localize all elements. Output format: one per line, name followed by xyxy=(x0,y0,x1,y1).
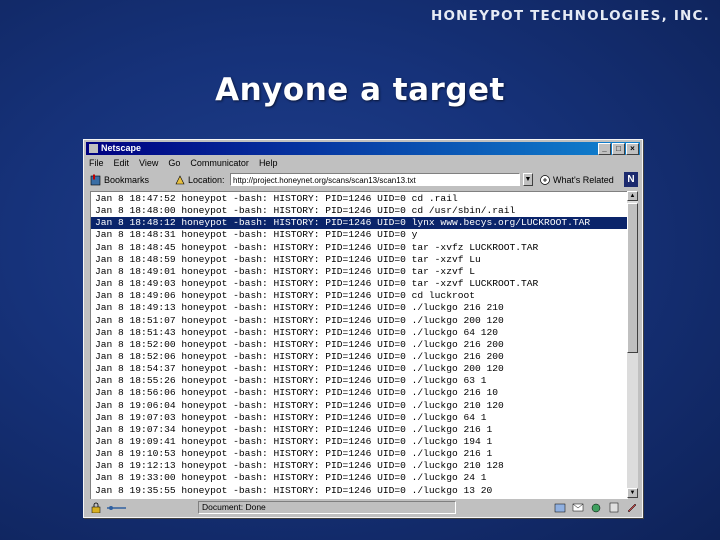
address-book-icon[interactable] xyxy=(608,502,620,513)
scroll-thumb[interactable] xyxy=(627,203,638,353)
location-input[interactable]: http://project.honeynet.org/scans/scan13… xyxy=(230,173,520,186)
log-line: Jan 8 19:07:34 honeypot -bash: HISTORY: … xyxy=(95,423,493,435)
log-line: Jan 8 18:51:43 honeypot -bash: HISTORY: … xyxy=(95,326,499,338)
slide-title: Anyone a target xyxy=(215,72,505,108)
log-line: Jan 8 18:52:00 honeypot -bash: HISTORY: … xyxy=(95,338,504,350)
component-bar xyxy=(554,502,638,513)
location-icon[interactable] xyxy=(174,174,186,186)
log-line: Jan 8 19:35:55 honeypot -bash: HISTORY: … xyxy=(95,484,493,496)
log-line: Jan 8 19:12:13 honeypot -bash: HISTORY: … xyxy=(95,460,504,472)
log-line: Jan 8 19:33:00 honeypot -bash: HISTORY: … xyxy=(95,472,487,484)
bookmarks-button[interactable]: Bookmarks xyxy=(90,172,149,188)
document-content: Jan 8 18:47:52 honeypot -bash: HISTORY: … xyxy=(90,191,628,499)
minimize-button[interactable]: _ xyxy=(598,143,611,155)
log-line: Jan 8 19:07:03 honeypot -bash: HISTORY: … xyxy=(95,411,487,423)
log-line: Jan 8 18:49:13 honeypot -bash: HISTORY: … xyxy=(95,302,504,314)
log-line: Jan 8 18:49:03 honeypot -bash: HISTORY: … xyxy=(95,278,539,290)
menu-view[interactable]: View xyxy=(138,157,159,169)
menu-go[interactable]: Go xyxy=(167,157,181,169)
scroll-up-button[interactable]: ▲ xyxy=(627,191,638,201)
bookmarks-icon xyxy=(90,174,102,186)
whats-related-button[interactable]: What's Related xyxy=(539,172,614,188)
maximize-button[interactable]: □ xyxy=(612,143,625,155)
browser-window: Netscape _ □ × File Edit View Go Communi… xyxy=(83,139,643,518)
whats-related-icon xyxy=(539,174,551,186)
whats-related-label: What's Related xyxy=(553,175,614,185)
netscape-app-icon xyxy=(89,144,98,153)
scroll-down-button[interactable]: ▼ xyxy=(627,488,638,498)
log-line: Jan 8 18:49:01 honeypot -bash: HISTORY: … xyxy=(95,265,475,277)
log-line: Jan 8 19:06:04 honeypot -bash: HISTORY: … xyxy=(95,399,504,411)
log-line: Jan 8 18:48:45 honeypot -bash: HISTORY: … xyxy=(95,241,539,253)
menu-file[interactable]: File xyxy=(88,157,105,169)
log-line: Jan 8 18:48:31 honeypot -bash: HISTORY: … xyxy=(95,229,418,241)
log-line: Jan 8 18:48:12 honeypot -bash: HISTORY: … xyxy=(91,217,628,230)
status-text: Document: Done xyxy=(198,501,456,514)
log-line: Jan 8 18:48:00 honeypot -bash: HISTORY: … xyxy=(95,205,516,217)
navigator-icon[interactable] xyxy=(554,502,566,513)
security-lock-icon[interactable] xyxy=(90,502,102,514)
window-title: Netscape xyxy=(101,143,142,153)
log-line: Jan 8 19:10:53 honeypot -bash: HISTORY: … xyxy=(95,448,493,460)
log-line: Jan 8 18:56:06 honeypot -bash: HISTORY: … xyxy=(95,387,499,399)
log-line: Jan 8 18:48:59 honeypot -bash: HISTORY: … xyxy=(95,253,481,265)
bookmarks-label: Bookmarks xyxy=(104,175,150,185)
menu-help[interactable]: Help xyxy=(258,157,279,169)
log-line: Jan 8 18:49:06 honeypot -bash: HISTORY: … xyxy=(95,290,475,302)
log-line: Jan 8 18:55:26 honeypot -bash: HISTORY: … xyxy=(95,375,487,387)
menu-communicator[interactable]: Communicator xyxy=(189,157,250,169)
location-label-group: Location: xyxy=(174,172,225,188)
company-logo-text: HONEYPOT TECHNOLOGIES, INC. xyxy=(431,8,710,24)
menu-bar: File Edit View Go Communicator Help xyxy=(88,157,278,169)
composer-icon[interactable] xyxy=(626,502,638,513)
close-button[interactable]: × xyxy=(626,143,639,155)
netscape-logo-icon: N xyxy=(624,172,638,187)
window-titlebar[interactable]: Netscape _ □ × xyxy=(86,142,640,155)
connection-icon xyxy=(106,502,126,513)
location-dropdown-button[interactable]: ▼ xyxy=(523,173,533,186)
log-line: Jan 8 18:51:07 honeypot -bash: HISTORY: … xyxy=(95,314,504,326)
menu-edit[interactable]: Edit xyxy=(113,157,131,169)
location-toolbar: Bookmarks Location: http://project.honey… xyxy=(88,171,638,189)
location-label: Location: xyxy=(188,175,225,185)
status-bar: Document: Done xyxy=(86,501,640,514)
log-line: Jan 8 19:09:41 honeypot -bash: HISTORY: … xyxy=(95,436,493,447)
vertical-scrollbar[interactable]: ▲ ▼ xyxy=(627,191,638,498)
log-line: Jan 8 18:54:37 honeypot -bash: HISTORY: … xyxy=(95,363,504,375)
mail-icon[interactable] xyxy=(572,502,584,513)
news-icon[interactable] xyxy=(590,502,602,513)
log-line: Jan 8 18:47:52 honeypot -bash: HISTORY: … xyxy=(95,193,458,204)
log-line: Jan 8 18:52:06 honeypot -bash: HISTORY: … xyxy=(95,350,504,362)
